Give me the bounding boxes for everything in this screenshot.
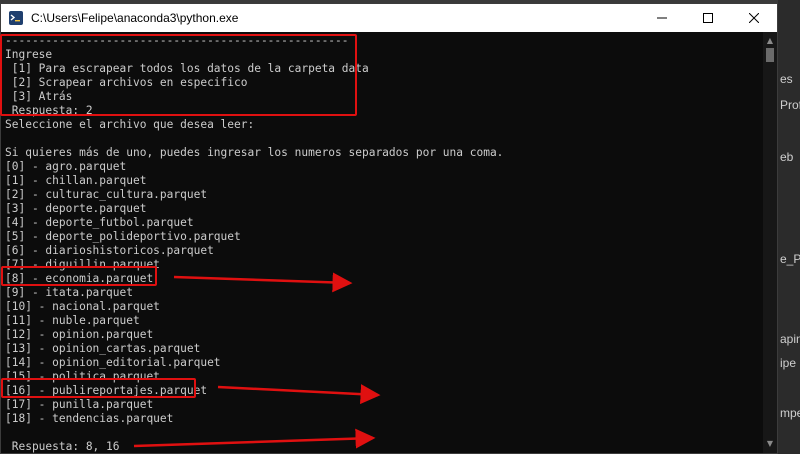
window-title: C:\Users\Felipe\anaconda3\python.exe	[31, 11, 239, 25]
background-text: ipe	[780, 356, 797, 370]
file-list-item: [17] - punilla.parquet	[5, 398, 154, 411]
console-line: Ingrese	[5, 48, 53, 61]
maximize-button[interactable]	[685, 4, 731, 32]
scroll-down-arrow-icon[interactable]: ▼	[763, 437, 777, 451]
file-list-item: [13] - opinion_cartas.parquet	[5, 342, 201, 355]
background-text: Prof	[780, 98, 800, 112]
file-list-item: [15] - politica.parquet	[5, 370, 160, 383]
background-window: es Prof eb e_Pro apin ipe mpe	[778, 0, 800, 454]
file-list-item: [14] - opinion_editorial.parquet	[5, 356, 221, 369]
python-app-icon[interactable]	[8, 10, 24, 26]
file-list-item-highlighted: [8] - economia.parquet	[5, 272, 154, 285]
file-list-item: [4] - deporte_futbol.parquet	[5, 216, 194, 229]
console-line-separator: ----------------------------------------…	[5, 34, 349, 47]
console-line: Seleccione el archivo que desea leer:	[5, 118, 255, 131]
console-output[interactable]: ----------------------------------------…	[1, 32, 763, 453]
background-text: es	[780, 72, 793, 86]
file-list-item: [12] - opinion.parquet	[5, 328, 154, 341]
scroll-up-arrow-icon[interactable]: ▲	[763, 34, 777, 48]
title-bar[interactable]: C:\Users\Felipe\anaconda3\python.exe	[1, 4, 777, 32]
file-list-item: [5] - deporte_polideportivo.parquet	[5, 230, 241, 243]
maximize-icon	[703, 13, 713, 23]
console-line-option: [1] Para escrapear todos los datos de la…	[5, 62, 369, 75]
vertical-scrollbar[interactable]: ▲ ▼	[763, 32, 777, 453]
file-list-item: [1] - chillan.parquet	[5, 174, 147, 187]
scroll-thumb[interactable]	[766, 48, 774, 62]
minimize-icon	[657, 17, 667, 19]
console-line-answer: Respuesta: 2	[5, 104, 93, 117]
file-list-item: [2] - culturac_cultura.parquet	[5, 188, 208, 201]
file-list-item: [10] - nacional.parquet	[5, 300, 160, 313]
console-window: C:\Users\Felipe\anaconda3\python.exe ---…	[0, 3, 778, 454]
minimize-button[interactable]	[639, 4, 685, 32]
file-list-item: [11] - nuble.parquet	[5, 314, 140, 327]
console-line-answer: Respuesta: 8, 16	[5, 440, 120, 453]
console-line: Si quieres más de uno, puedes ingresar l…	[5, 146, 504, 159]
file-list-item: [6] - diarioshistoricos.parquet	[5, 244, 214, 257]
file-list-item: [0] - agro.parquet	[5, 160, 127, 173]
console-line-option: [3] Atrás	[5, 90, 73, 103]
file-list-item-highlighted: [16] - publireportajes.parquet	[5, 384, 208, 397]
close-icon	[749, 13, 759, 23]
background-text: mpe	[780, 406, 800, 420]
file-list-item: [18] - tendencias.parquet	[5, 412, 174, 425]
console-line-option: [2] Scrapear archivos en especifico	[5, 76, 248, 89]
file-list-item: [7] - diguillin.parquet	[5, 258, 160, 271]
background-text: eb	[780, 150, 794, 164]
file-list-item: [3] - deporte.parquet	[5, 202, 147, 215]
background-text: apin	[780, 332, 800, 346]
file-list-item: [9] - itata.parquet	[5, 286, 133, 299]
close-button[interactable]	[731, 4, 777, 32]
background-text: e_Pro	[780, 252, 800, 266]
